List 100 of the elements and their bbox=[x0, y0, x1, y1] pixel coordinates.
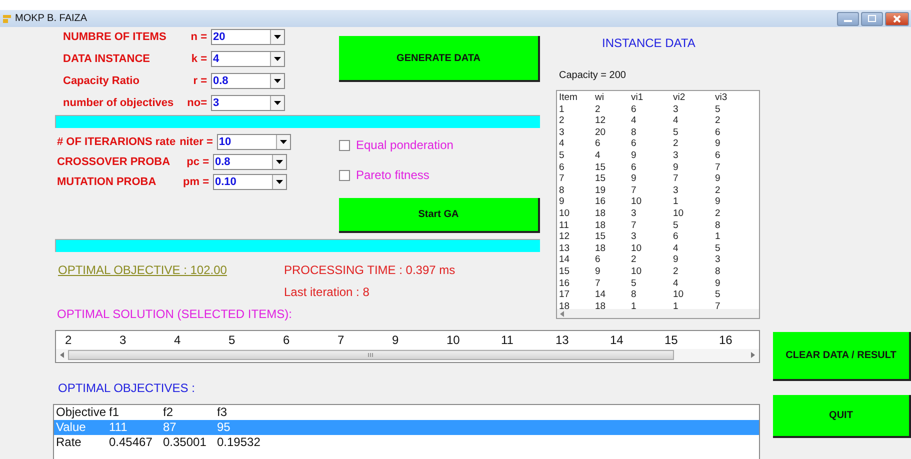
horizontal-scrollbar[interactable] bbox=[557, 309, 759, 318]
start-ga-button[interactable]: Start GA bbox=[339, 198, 540, 233]
generate-data-button[interactable]: GENERATE DATA bbox=[339, 36, 540, 82]
table-cell-text: 14 bbox=[559, 254, 571, 266]
table-cell-text: 3 bbox=[673, 150, 680, 162]
grip-icon bbox=[368, 353, 374, 357]
scroll-left-icon bbox=[60, 352, 64, 358]
horizontal-scrollbar[interactable] bbox=[56, 349, 759, 361]
parameter-dropdown[interactable]: 0.8 bbox=[211, 73, 285, 89]
dropdown-arrow-icon bbox=[274, 35, 281, 39]
scroll-left-icon bbox=[560, 310, 564, 316]
table-cell-text: 8 bbox=[631, 289, 638, 301]
parameter-dropdown[interactable]: 10 bbox=[216, 134, 291, 150]
table-cell-text: 8 bbox=[715, 220, 722, 232]
parameter-dropdown[interactable]: 0.10 bbox=[213, 174, 287, 190]
table-cell-text: 16 bbox=[595, 196, 607, 208]
column-header: f3 bbox=[217, 405, 228, 420]
solution-heading: OPTIMAL SOLUTION (SELECTED ITEMS): bbox=[57, 307, 293, 321]
table-cell-text: 10 bbox=[631, 242, 643, 254]
table-cell-text: 8 bbox=[631, 126, 638, 138]
window-title: MOKP B. FAIZA bbox=[15, 13, 88, 24]
parameter-dropdown[interactable]: 3 bbox=[211, 95, 285, 111]
maximize-icon bbox=[868, 15, 876, 22]
minimize-button[interactable] bbox=[837, 12, 859, 26]
table-cell-text: 11 bbox=[559, 220, 570, 232]
table-cell-text: 20 bbox=[595, 126, 607, 138]
table-cell-text: 18 bbox=[595, 300, 607, 309]
table-cell-text: 2 bbox=[673, 266, 680, 278]
list-item: 2 bbox=[65, 333, 73, 347]
table-cell-text: 15 bbox=[595, 173, 607, 185]
table-cell-text: 13 bbox=[559, 242, 571, 254]
column-header: vi3 bbox=[715, 92, 728, 104]
table-cell-text: 4 bbox=[673, 115, 680, 127]
table-cell-text: 10 bbox=[673, 208, 685, 220]
list-item: 6 bbox=[283, 333, 291, 347]
table-cell-text: 9 bbox=[631, 173, 638, 185]
parameter-label: NUMBRE OF ITEMS bbox=[63, 31, 166, 43]
table-cell-text: 18 bbox=[595, 242, 607, 254]
table-cell-text: 10 bbox=[559, 208, 571, 220]
table-cell-text: 8 bbox=[559, 184, 566, 196]
dropdown-arrow-icon bbox=[274, 57, 281, 61]
table-cell-text: 3 bbox=[559, 126, 566, 138]
table-cell-text: 3 bbox=[673, 184, 680, 196]
table-cell-text: 15 bbox=[595, 231, 607, 243]
table-cell-text: 7 bbox=[715, 162, 722, 174]
table-cell-text: 9 bbox=[595, 266, 602, 278]
table-cell-text: 5 bbox=[673, 126, 680, 138]
parameter-dropdown[interactable]: 20 bbox=[211, 29, 285, 45]
list-item: 9 bbox=[392, 333, 400, 347]
clear-button[interactable]: CLEAR DATA / RESULT bbox=[773, 332, 911, 381]
parameter-label: CROSSOVER PROBA bbox=[57, 156, 170, 168]
parameter-symbol: n = bbox=[190, 31, 207, 43]
table-cell-text: 4 bbox=[631, 115, 638, 127]
list-item: 3 bbox=[120, 333, 128, 347]
table-cell-text: 6 bbox=[673, 231, 680, 243]
table-cell-text: 7 bbox=[631, 220, 638, 232]
dropdown-arrow-icon bbox=[274, 79, 281, 83]
capacity-text: Capacity = 200 bbox=[558, 70, 627, 81]
table-cell-text: 7 bbox=[559, 173, 566, 185]
table-cell-text: 15 bbox=[595, 162, 607, 174]
parameter-dropdown[interactable]: 0.8 bbox=[213, 154, 287, 170]
list-item: 14 bbox=[610, 333, 624, 347]
dropdown-arrow-icon bbox=[276, 160, 283, 164]
column-header: vi1 bbox=[631, 92, 644, 104]
table-row[interactable]: Rate 0.45467 0.35001 0.19532 bbox=[54, 435, 759, 450]
table-cell-text: 5 bbox=[715, 289, 722, 301]
table-cell-text: 4 bbox=[595, 150, 602, 162]
parameter-label: # OF ITERARIONS rate bbox=[57, 136, 176, 148]
table-cell-text: 9 bbox=[673, 162, 680, 174]
quit-button[interactable]: QUIT bbox=[773, 395, 911, 438]
list-item: 11 bbox=[501, 333, 514, 347]
table-cell-text: 6 bbox=[715, 126, 722, 138]
table-cell-text: 9 bbox=[715, 278, 722, 290]
list-item: 13 bbox=[556, 333, 570, 347]
dropdown-arrow-icon bbox=[274, 101, 281, 105]
table-cell-text: 7 bbox=[595, 278, 602, 290]
maximize-button[interactable] bbox=[861, 12, 883, 26]
table-cell-text: 7 bbox=[715, 300, 722, 309]
table-cell-text: 4 bbox=[673, 278, 680, 290]
table-cell-text: 2 bbox=[673, 138, 680, 150]
table-cell-text: 2 bbox=[715, 115, 722, 127]
table-cell-text: 2 bbox=[715, 184, 722, 196]
table-cell-text: 12 bbox=[595, 115, 607, 127]
table-cell-text: 6 bbox=[631, 162, 638, 174]
parameter-dropdown[interactable]: 4 bbox=[211, 51, 285, 67]
last-iteration-text: Last iteration : 8 bbox=[284, 285, 370, 299]
table-cell-text: 5 bbox=[631, 278, 638, 290]
list-item: 5 bbox=[228, 333, 236, 347]
parameter-symbol: k = bbox=[190, 53, 207, 65]
table-cell-text: 3 bbox=[631, 208, 638, 220]
table-cell-text: 9 bbox=[673, 254, 680, 266]
table-cell-text: 8 bbox=[715, 266, 722, 278]
table-cell-text: 2 bbox=[559, 115, 566, 127]
table-cell-text: 14 bbox=[595, 289, 607, 301]
table-cell-text: 16 bbox=[559, 278, 571, 290]
list-item: 16 bbox=[719, 333, 734, 347]
table-cell-text: 9 bbox=[715, 196, 722, 208]
close-button[interactable] bbox=[885, 12, 909, 26]
table-cell-text: 4 bbox=[559, 138, 566, 150]
table-cell-text: 3 bbox=[673, 104, 680, 116]
